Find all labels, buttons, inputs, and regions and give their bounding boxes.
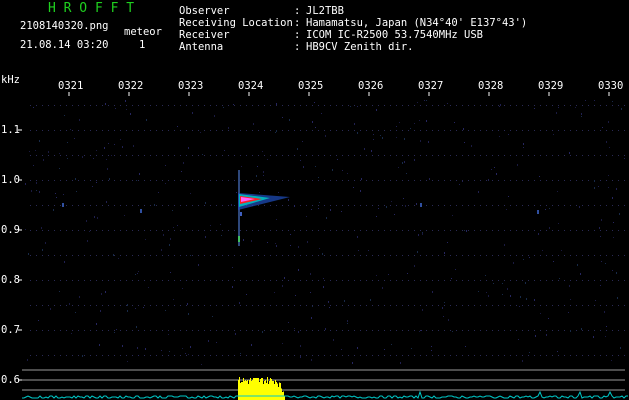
spectrogram [18, 92, 628, 400]
noise-speckles [25, 100, 625, 365]
meteor-echo [238, 170, 290, 246]
grid-dots [30, 105, 625, 356]
noise-level-line [22, 390, 628, 399]
x-tick-marks [68, 92, 610, 96]
reference-lines [22, 369, 625, 391]
y-tick-marks [18, 129, 22, 381]
hrofft-screen: H R O F F T 2108140320.png meteor 21.08.… [0, 0, 629, 400]
